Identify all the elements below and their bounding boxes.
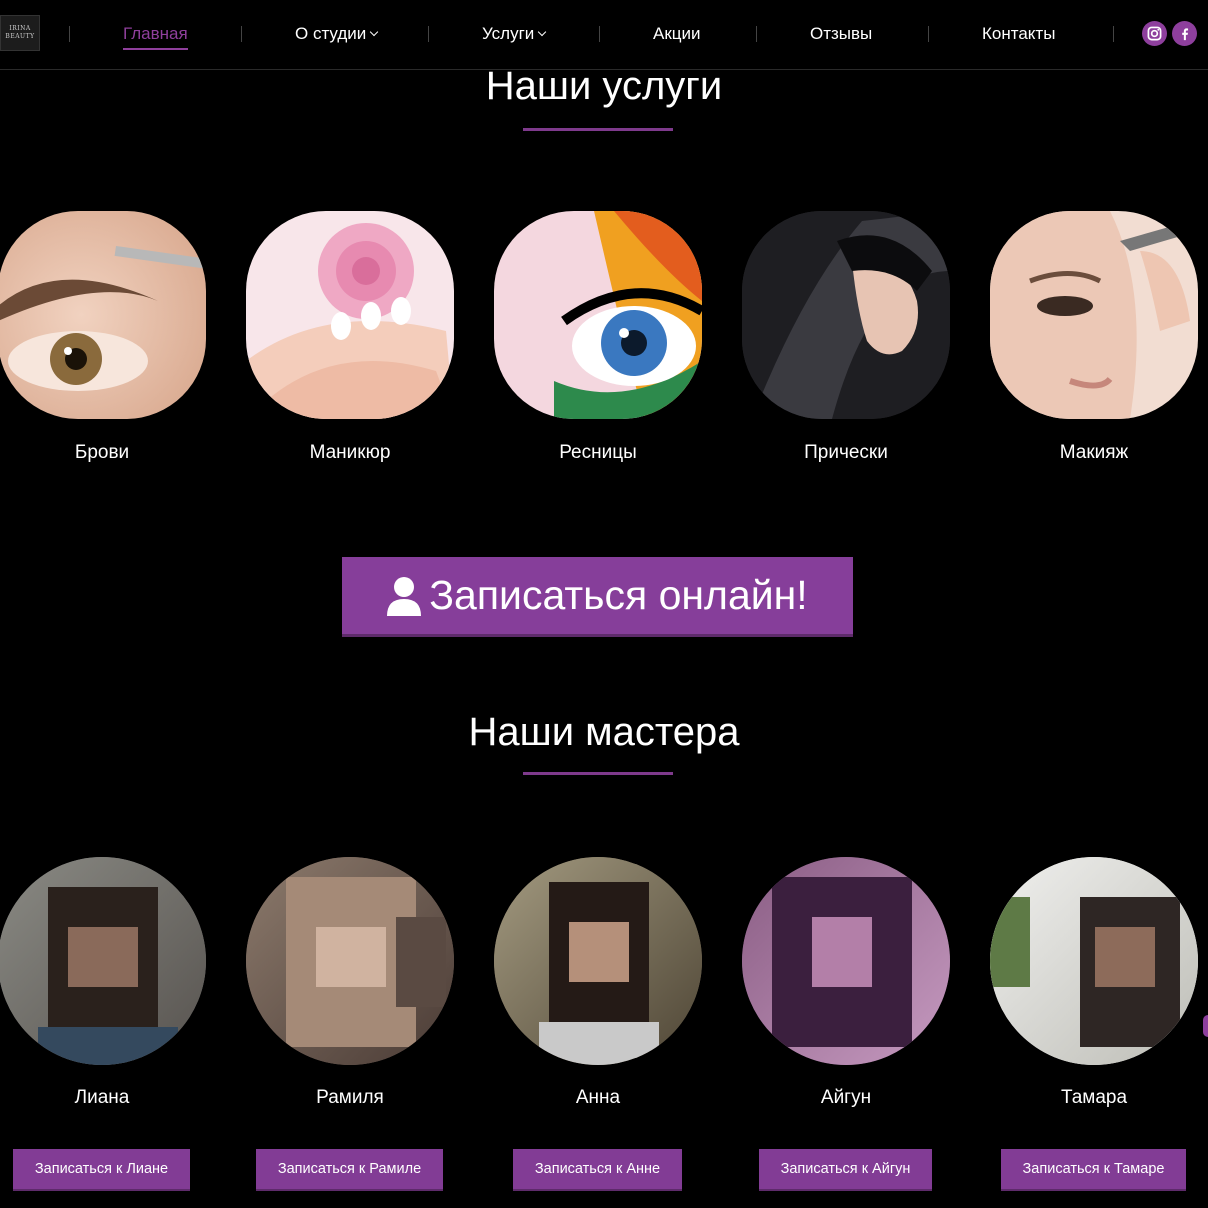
services-title-underline: [523, 128, 673, 131]
makeup-photo: [990, 211, 1198, 419]
service-card-hairstyles[interactable]: Прически: [742, 211, 950, 463]
masters-title-underline: [523, 772, 673, 775]
eye-brow-photo: [0, 211, 206, 419]
lashes-image: [494, 211, 702, 419]
nav-item-reviews[interactable]: Отзывы: [810, 24, 872, 46]
master-name-ramilya: Рамиля: [316, 1087, 384, 1108]
master-card-tamara: Тамара: [990, 857, 1198, 1108]
master-card-liana: Лиана: [0, 857, 206, 1108]
book-online-button[interactable]: Записаться онлайн!: [342, 557, 853, 637]
instagram-link[interactable]: [1142, 21, 1167, 46]
book-master-button-liana[interactable]: Записаться к Лиане: [13, 1149, 190, 1191]
master-card-aygun: Айгун: [742, 857, 950, 1108]
nav-item-contacts[interactable]: Контакты: [982, 24, 1055, 46]
book-master-button-tamara[interactable]: Записаться к Тамаре: [1001, 1149, 1186, 1191]
service-label-brows: Брови: [74, 442, 130, 463]
service-card-manicure[interactable]: Маникюр: [246, 211, 454, 463]
makeup-image: [990, 211, 1198, 419]
masters-title: Наши мастера: [468, 710, 740, 754]
master-photo-tamara: [990, 857, 1198, 1065]
facebook-icon: [1181, 27, 1188, 40]
book-online-label: Записаться онлайн!: [429, 572, 808, 618]
carousel-next-handle[interactable]: [1203, 1015, 1208, 1037]
nav-divider: [599, 26, 600, 42]
book-master-button-aygun[interactable]: Записаться к Айгун: [759, 1149, 932, 1191]
facebook-link[interactable]: [1172, 21, 1197, 46]
user-icon: [387, 576, 422, 616]
nav-divider: [69, 26, 70, 42]
master-name-anna: Анна: [575, 1087, 621, 1108]
manicure-image: [246, 211, 454, 419]
chevron-down-icon: [538, 27, 547, 37]
master-photo-aygun: [742, 857, 950, 1065]
master-photo-anna: [494, 857, 702, 1065]
service-card-makeup[interactable]: Макияж: [990, 211, 1198, 463]
nav-divider: [428, 26, 429, 42]
nav-item-services[interactable]: Услуги: [482, 24, 547, 46]
book-master-button-anna[interactable]: Записаться к Анне: [513, 1149, 682, 1191]
service-card-brows[interactable]: Брови: [0, 211, 206, 463]
chevron-down-icon: [370, 27, 379, 37]
nav-divider: [928, 26, 929, 42]
nav-item-about[interactable]: О студии: [295, 24, 379, 46]
top-navigation: IRINA BEAUTY Главная О студии Услуги Акц…: [0, 0, 1208, 70]
master-name-tamara: Тамара: [1060, 1087, 1128, 1108]
master-photo-liana: [0, 857, 206, 1065]
service-label-lashes: Ресницы: [559, 442, 637, 463]
book-master-button-ramilya[interactable]: Записаться к Рамиле: [256, 1149, 443, 1191]
service-card-lashes[interactable]: Ресницы: [494, 211, 702, 463]
hairstyle-photo: [742, 211, 950, 419]
studio-logo[interactable]: IRINA BEAUTY: [0, 15, 40, 51]
nav-divider: [241, 26, 242, 42]
service-label-manicure: Маникюр: [309, 442, 391, 463]
nav-divider: [756, 26, 757, 42]
master-card-ramilya: Рамиля: [246, 857, 454, 1108]
instagram-icon: [1147, 26, 1162, 41]
master-card-anna: Анна: [494, 857, 702, 1108]
nav-item-promotions[interactable]: Акции: [653, 24, 701, 46]
nav-divider: [1113, 26, 1114, 42]
master-name-liana: Лиана: [74, 1087, 130, 1108]
master-photo-ramilya: [246, 857, 454, 1065]
brows-image: [0, 211, 206, 419]
service-label-hairstyles: Прически: [804, 442, 888, 463]
services-title: Наши услуги: [485, 64, 723, 108]
master-name-aygun: Айгун: [820, 1087, 872, 1108]
nav-item-home[interactable]: Главная: [123, 24, 188, 50]
lashes-photo: [494, 211, 702, 419]
hairstyles-image: [742, 211, 950, 419]
manicure-photo: [246, 211, 454, 419]
service-label-makeup: Макияж: [1059, 442, 1129, 463]
